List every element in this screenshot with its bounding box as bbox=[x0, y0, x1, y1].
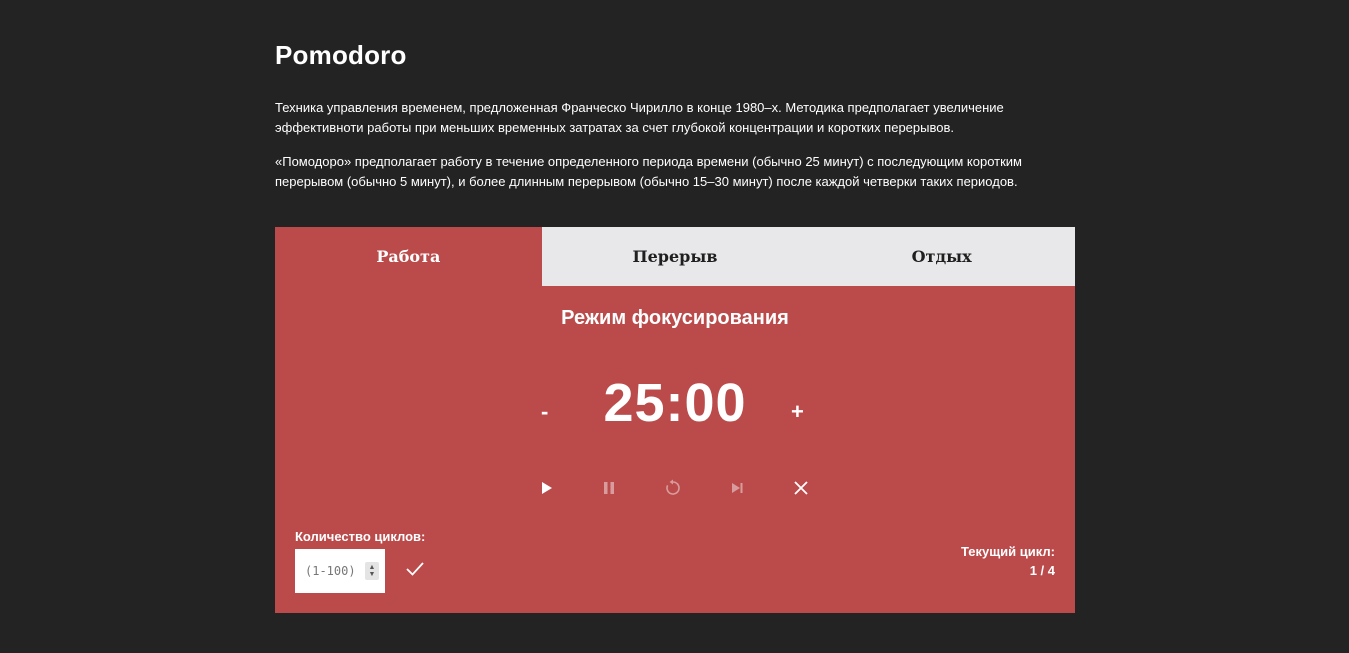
description-paragraph-2: «Помодоро» предполагает работу в течение… bbox=[275, 154, 1022, 189]
page-title: Pomodoro bbox=[275, 40, 407, 70]
check-icon bbox=[405, 562, 425, 581]
chevron-up-icon[interactable]: ▲ bbox=[369, 564, 376, 571]
play-icon bbox=[539, 481, 553, 495]
mode-title: Режим фокусирования bbox=[561, 307, 789, 329]
timer-controls bbox=[275, 475, 1075, 501]
cycles-input[interactable] bbox=[303, 563, 363, 579]
skip-next-button[interactable] bbox=[724, 475, 750, 501]
current-cycle: Текущий цикл: 1 / 4 bbox=[961, 542, 1055, 580]
tab-break[interactable]: Перерыв bbox=[541, 227, 809, 286]
pause-icon bbox=[602, 481, 616, 495]
chevron-down-icon[interactable]: ▼ bbox=[369, 571, 376, 578]
description-paragraph-1: Техника управления временем, предложенна… bbox=[275, 100, 1004, 135]
tab-work[interactable]: Работа bbox=[275, 227, 542, 286]
confirm-cycles-button[interactable] bbox=[405, 561, 425, 582]
close-button[interactable] bbox=[788, 475, 814, 501]
description: Техника управления временем, предложенна… bbox=[275, 98, 1075, 206]
pomodoro-panel: Работа Перерыв Отдых Режим фокусирования… bbox=[275, 227, 1075, 613]
pause-button[interactable] bbox=[596, 475, 622, 501]
restart-icon bbox=[664, 479, 682, 497]
restart-button[interactable] bbox=[660, 475, 686, 501]
tab-rest[interactable]: Отдых bbox=[808, 227, 1075, 286]
skip-next-icon bbox=[730, 481, 744, 495]
increase-time-button[interactable]: + bbox=[791, 399, 804, 425]
current-cycle-value: 1 / 4 bbox=[1029, 563, 1055, 578]
play-button[interactable] bbox=[533, 475, 559, 501]
current-cycle-label: Текущий цикл: bbox=[960, 544, 1055, 559]
close-icon bbox=[793, 480, 809, 496]
cycles-label: Количество циклов: bbox=[295, 529, 426, 544]
cycles-input-box: ▲ ▼ bbox=[295, 549, 385, 593]
timer-display: 25:00 bbox=[603, 373, 747, 433]
cycles-stepper[interactable]: ▲ ▼ bbox=[365, 562, 379, 580]
mode-tabs: Работа Перерыв Отдых bbox=[275, 227, 1075, 286]
